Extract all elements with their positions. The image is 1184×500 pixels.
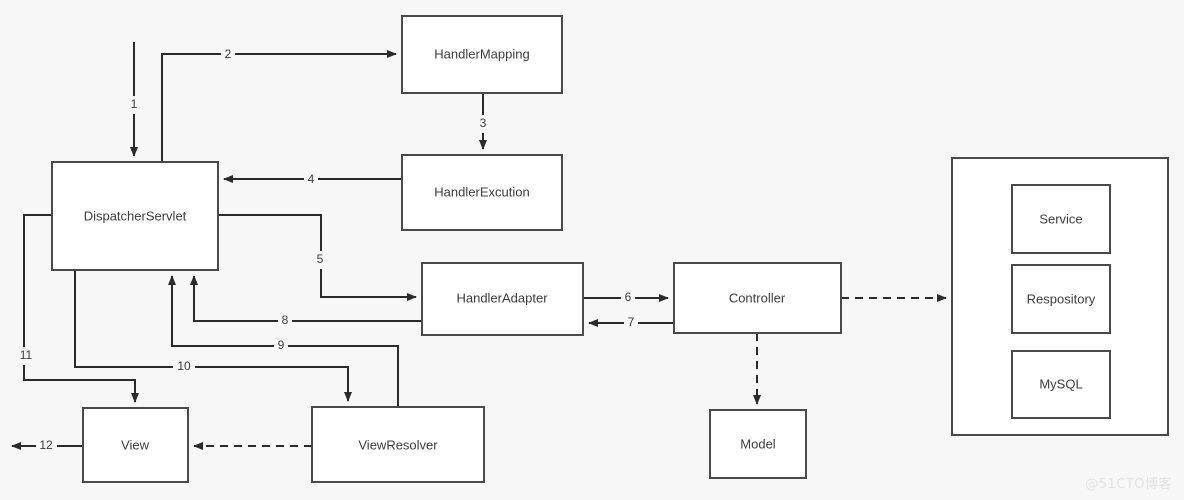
node-label-view: View: [121, 437, 150, 452]
node-service[interactable]: Service: [1011, 184, 1111, 254]
node-label-dispatcher-servlet: DispatcherServlet: [84, 208, 187, 223]
node-label-view-resolver: ViewResolver: [358, 437, 438, 452]
node-view[interactable]: View: [82, 407, 189, 483]
edge-label-9: 9: [278, 338, 285, 352]
edge-label-2: 2: [225, 47, 232, 61]
node-label-respository: Respository: [1027, 291, 1096, 306]
diagram-canvas: DispatcherServlet HandlerMapping Handler…: [11, 15, 1169, 483]
node-label-handler-excution: HandlerExcution: [434, 184, 529, 199]
edge-2-path: [161, 50, 397, 162]
diagram-root: DispatcherServlet HandlerMapping Handler…: [0, 0, 1184, 500]
node-controller[interactable]: Controller: [673, 262, 842, 334]
node-handler-adapter[interactable]: HandlerAdapter: [421, 262, 584, 336]
node-view-resolver[interactable]: ViewResolver: [311, 406, 485, 483]
node-label-handler-mapping: HandlerMapping: [434, 46, 529, 61]
node-dispatcher-servlet[interactable]: DispatcherServlet: [51, 161, 219, 271]
node-label-mysql: MySQL: [1039, 376, 1082, 391]
node-label-model: Model: [740, 436, 776, 451]
edge-label-12: 12: [39, 438, 53, 452]
edge-label-1: 1: [131, 97, 138, 111]
node-handler-excution[interactable]: HandlerExcution: [401, 154, 563, 231]
edge-label-7: 7: [628, 315, 635, 329]
edge-label-4: 4: [308, 172, 315, 186]
edge-10-path: [74, 270, 352, 402]
watermark: @51CTO博客: [1085, 477, 1172, 492]
node-mysql[interactable]: MySQL: [1011, 350, 1111, 419]
node-respository[interactable]: Respository: [1011, 264, 1111, 334]
node-label-controller: Controller: [729, 290, 786, 305]
node-handler-mapping[interactable]: HandlerMapping: [401, 15, 563, 94]
edge-label-11: 11: [20, 348, 33, 362]
node-label-service: Service: [1039, 211, 1082, 226]
edge-label-10: 10: [177, 359, 191, 373]
edge-label-3: 3: [480, 116, 487, 130]
edge-label-8: 8: [282, 313, 289, 327]
edge-label-6: 6: [625, 290, 632, 304]
node-model[interactable]: Model: [709, 409, 807, 479]
edge-label-5: 5: [317, 252, 324, 266]
node-label-handler-adapter: HandlerAdapter: [456, 290, 548, 305]
edge-8-path: [190, 275, 422, 322]
